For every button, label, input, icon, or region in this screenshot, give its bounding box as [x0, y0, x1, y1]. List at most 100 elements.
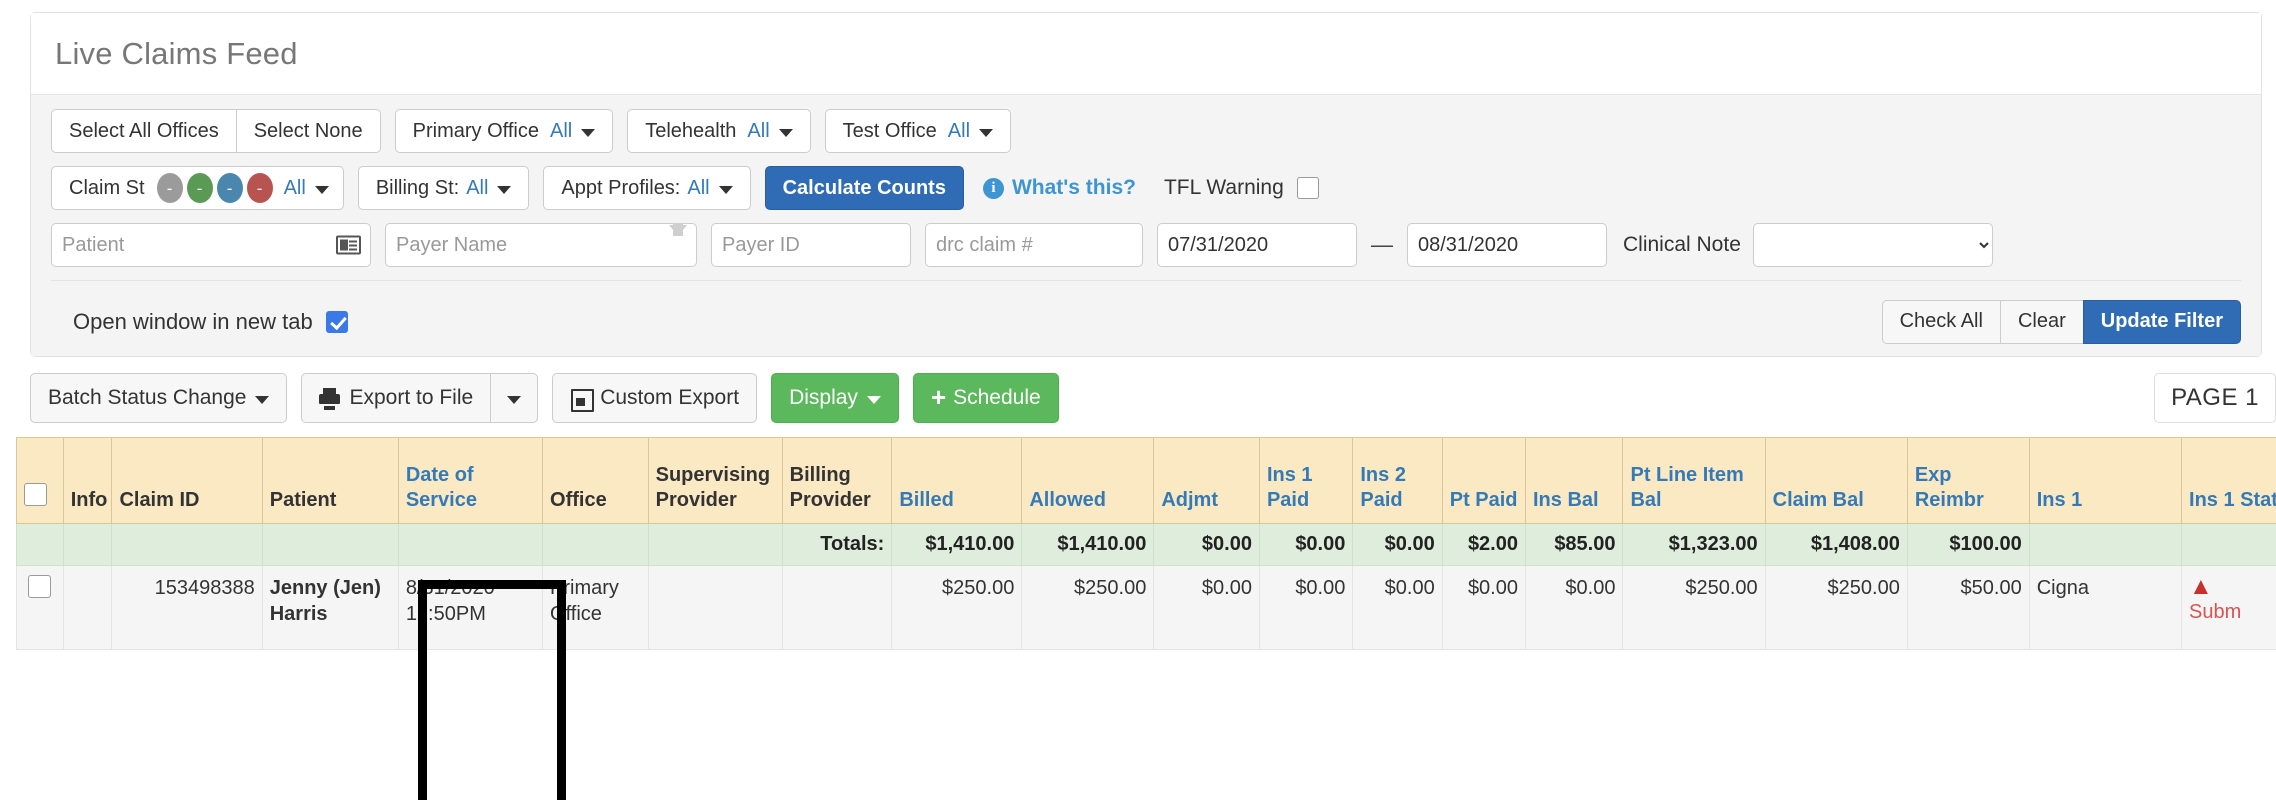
chevron-down-icon [255, 396, 270, 404]
row-info-cell[interactable] [62, 565, 113, 650]
claims-table: Info Claim ID Patient Date of Service Of… [16, 437, 2276, 650]
claim-status-dropdown[interactable]: Claim St - - - - All [51, 166, 344, 210]
payer-name-input[interactable] [385, 223, 697, 267]
header-ins-bal[interactable]: Ins Bal [1524, 437, 1624, 524]
update-filter-button[interactable]: Update Filter [2082, 299, 2241, 344]
header-ins1-stat[interactable]: Ins 1 Stat [2181, 437, 2276, 524]
totals-billed: $1,410.00 [891, 523, 1023, 566]
row-supervising-provider [647, 565, 783, 650]
row-select-cell[interactable] [16, 565, 64, 650]
claim-status-dot-green[interactable]: - [186, 173, 213, 203]
export-to-file-button[interactable]: Export to File [301, 373, 492, 423]
header-date-of-service[interactable]: Date of Service [397, 437, 544, 524]
drc-claim-input[interactable] [925, 223, 1143, 267]
test-office-label: Test Office [842, 119, 937, 142]
totals-blank-1 [16, 523, 64, 566]
select-none-button[interactable]: Select None [235, 109, 381, 153]
batch-status-change-button[interactable]: Batch Status Change [30, 373, 288, 423]
header-pt-line-item-bal[interactable]: Pt Line Item Bal [1622, 437, 1766, 524]
row-claim-id: 153498388 [111, 565, 263, 650]
totals-pt-line-item-bal: $1,323.00 [1622, 523, 1766, 566]
patient-input[interactable] [51, 223, 371, 267]
totals-blank-9 [2181, 523, 2276, 566]
select-all-offices-button[interactable]: Select All Offices [51, 109, 237, 153]
header-claim-id[interactable]: Claim ID [111, 437, 263, 524]
clinical-note-select[interactable] [1752, 223, 1993, 267]
chevron-down-icon [507, 396, 522, 404]
row-ins1: Cigna [2028, 565, 2183, 650]
chevron-down-icon [778, 129, 793, 137]
billing-status-label: Billing St: [375, 176, 460, 199]
schedule-button[interactable]: + Schedule [912, 373, 1059, 423]
check-all-button[interactable]: Check All [1881, 299, 2001, 344]
select-all-rows-header[interactable] [16, 437, 64, 524]
primary-office-value: All [550, 119, 573, 142]
header-ins2-paid[interactable]: Ins 2 Paid [1352, 437, 1443, 524]
header-supervising-provider[interactable]: Supervising Provider [647, 437, 783, 524]
totals-label: Totals: [781, 523, 893, 566]
billing-status-dropdown[interactable]: Billing St: All [357, 166, 530, 210]
select-all-rows-checkbox[interactable] [24, 483, 47, 507]
header-adjmt[interactable]: Adjmt [1153, 437, 1260, 524]
display-dropdown-button[interactable]: Display [771, 373, 899, 423]
primary-office-dropdown[interactable]: Primary Office All [394, 109, 614, 153]
header-pt-paid[interactable]: Pt Paid [1441, 437, 1527, 524]
whats-this-link[interactable]: i What's this? [982, 176, 1136, 200]
row-allowed: $250.00 [1021, 565, 1155, 650]
totals-blank-6 [542, 523, 649, 566]
date-range-separator: — [1371, 232, 1393, 257]
header-patient[interactable]: Patient [261, 437, 399, 524]
appt-profiles-label: Appt Profiles: [561, 176, 681, 199]
date-from-input[interactable] [1157, 223, 1357, 267]
claims-table-wrap: Info Claim ID Patient Date of Service Of… [16, 437, 2276, 650]
export-options-dropdown[interactable] [490, 373, 539, 423]
chevron-down-icon [979, 129, 994, 137]
date-to-input[interactable] [1407, 223, 1607, 267]
filter-row-status: Claim St - - - - All Billing St: All App… [51, 166, 2241, 210]
filter-row-actions: Open window in new tab Check All Clear U… [51, 280, 2241, 346]
header-exp-reimbr[interactable]: Exp Reimbr [1906, 437, 2030, 524]
appt-profiles-dropdown[interactable]: Appt Profiles: All [543, 166, 751, 210]
display-label: Display [789, 386, 858, 409]
header-info[interactable]: Info [62, 437, 113, 524]
clinical-note-label: Clinical Note [1623, 233, 1741, 256]
calculate-counts-button[interactable]: Calculate Counts [764, 166, 964, 210]
custom-export-button[interactable]: Custom Export [552, 373, 758, 423]
claim-status-dot-red[interactable]: - [246, 173, 273, 203]
header-office[interactable]: Office [542, 437, 649, 524]
patient-field-wrap [51, 223, 371, 267]
claim-status-dot-gray[interactable]: - [156, 173, 183, 203]
table-header-row: Info Claim ID Patient Date of Service Of… [16, 437, 2276, 524]
page-title: Live Claims Feed [55, 35, 298, 71]
row-ins1-stat[interactable]: ▲ Subm [2181, 565, 2276, 650]
telehealth-value: All [747, 119, 770, 142]
plus-icon: + [930, 382, 947, 412]
test-office-dropdown[interactable]: Test Office All [824, 109, 1012, 153]
telehealth-dropdown[interactable]: Telehealth All [627, 109, 811, 153]
billing-status-value: All [466, 176, 489, 199]
header-allowed[interactable]: Allowed [1021, 437, 1155, 524]
row-adjmt: $0.00 [1153, 565, 1260, 650]
tfl-warning-checkbox[interactable] [1296, 177, 1319, 199]
header-ins1[interactable]: Ins 1 [2028, 437, 2183, 524]
results-toolbar: Batch Status Change Export to File Custo… [16, 357, 2276, 437]
header-claim-bal[interactable]: Claim Bal [1764, 437, 1908, 524]
chevron-down-icon [314, 186, 329, 194]
totals-ins-bal: $85.00 [1524, 523, 1624, 566]
page-indicator[interactable]: PAGE 1 [2154, 373, 2276, 423]
open-window-new-tab-checkbox[interactable] [325, 310, 348, 333]
row-date-of-service[interactable]: 8/31/2020 12:50PM [397, 565, 544, 650]
header-ins1-paid[interactable]: Ins 1 Paid [1258, 437, 1354, 524]
panel-header: Live Claims Feed [31, 13, 2261, 95]
claim-status-dot-blue[interactable]: - [216, 173, 243, 203]
row-patient-link[interactable]: Jenny (Jen) Harris [261, 565, 399, 650]
table-row[interactable]: 153498388 Jenny (Jen) Harris 8/31/2020 1… [16, 565, 2276, 650]
tfl-warning-label: TFL Warning [1163, 176, 1284, 199]
filter-action-button-group: Check All Clear Update Filter [1881, 299, 2241, 344]
clear-button[interactable]: Clear [1999, 299, 2084, 344]
row-select-checkbox[interactable] [28, 575, 52, 598]
header-billing-provider[interactable]: Billing Provider [781, 437, 893, 524]
header-billed[interactable]: Billed [891, 437, 1023, 524]
payer-id-input[interactable] [711, 223, 911, 267]
totals-blank-8 [2028, 523, 2183, 566]
